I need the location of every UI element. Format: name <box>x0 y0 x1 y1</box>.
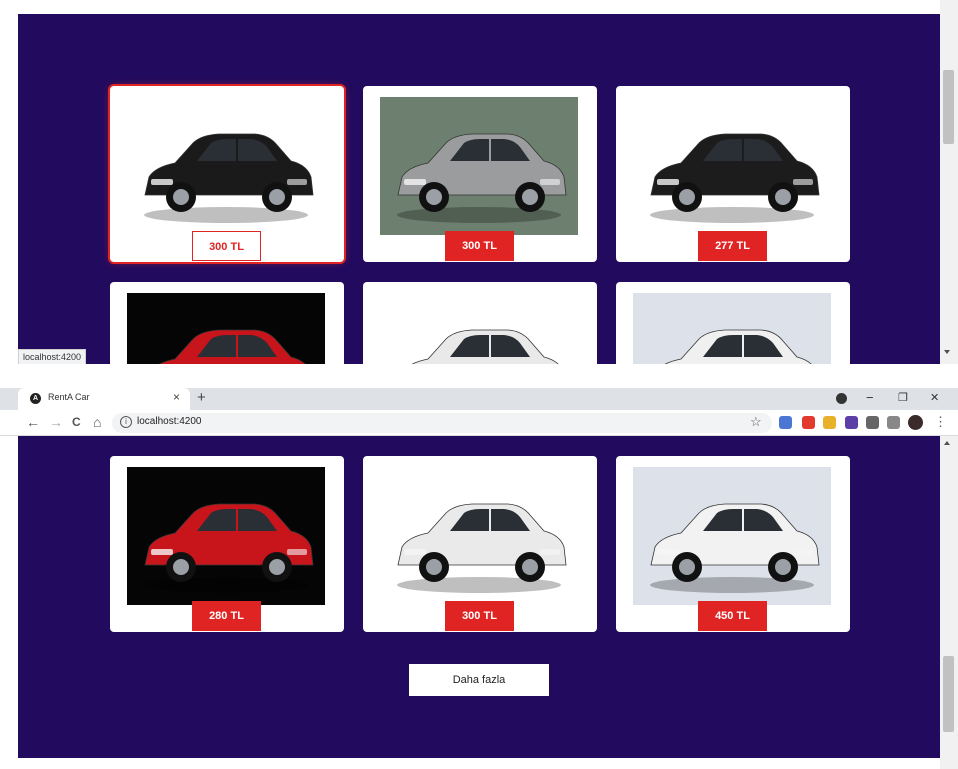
tab-close-icon[interactable]: × <box>173 390 180 404</box>
restore-button[interactable]: ❐ <box>898 391 908 404</box>
profile-indicator-icon[interactable] <box>836 393 847 404</box>
close-window-button[interactable]: ✕ <box>930 391 939 404</box>
price-tag: 277 TL <box>698 231 767 261</box>
browser-chrome: A RentA Car × + − ❐ ✕ ← → C ⌂ i localhos… <box>0 388 958 436</box>
color-picker-extension-icon[interactable] <box>802 416 815 429</box>
home-button[interactable]: ⌂ <box>93 414 101 430</box>
car-image <box>380 293 578 364</box>
browser-toolbar: ← → C ⌂ i localhost:4200 ☆ ⋮ <box>0 410 958 436</box>
extensions-puzzle-icon[interactable] <box>866 416 879 429</box>
address-bar[interactable]: i localhost:4200 ☆ <box>112 413 772 433</box>
new-tab-button[interactable]: + <box>197 389 206 406</box>
tab-title: RentA Car <box>48 392 90 402</box>
back-button[interactable]: ← <box>26 414 40 430</box>
top-screenshot: 300 TL 300 TL 277 TL localhost:4200 <box>0 0 958 364</box>
minimize-button[interactable]: − <box>866 390 874 405</box>
graduation-extension-icon[interactable] <box>845 416 858 429</box>
car-image <box>633 293 831 364</box>
car-card[interactable]: 450 TL <box>616 456 850 632</box>
status-bar-url: localhost:4200 <box>18 349 87 364</box>
scrollbar-track[interactable] <box>940 0 958 364</box>
car-card[interactable] <box>363 282 597 364</box>
tab-strip: A RentA Car × + − ❐ ✕ <box>0 388 958 410</box>
car-image <box>633 97 831 235</box>
scrollbar-thumb[interactable] <box>943 656 954 732</box>
forward-button[interactable]: → <box>49 414 63 430</box>
bottom-screenshot: 280 TL 300 TL 450 TL Daha fazla <box>0 436 958 769</box>
burger-extension-icon[interactable] <box>823 416 836 429</box>
browser-menu-icon[interactable]: ⋮ <box>934 414 947 430</box>
car-image <box>127 467 325 605</box>
price-tag: 300 TL <box>445 601 514 631</box>
car-image <box>380 97 578 235</box>
car-card[interactable]: 300 TL <box>363 456 597 632</box>
car-card[interactable]: 300 TL <box>110 86 344 262</box>
url-text[interactable]: localhost:4200 <box>137 416 202 427</box>
price-tag: 300 TL <box>445 231 514 261</box>
price-tag: 450 TL <box>698 601 767 631</box>
scroll-up-arrow[interactable] <box>944 441 950 445</box>
angular-favicon-icon: A <box>30 393 41 404</box>
car-card[interactable]: 300 TL <box>363 86 597 262</box>
car-image <box>633 467 831 605</box>
site-info-icon[interactable]: i <box>120 416 132 428</box>
reading-list-icon[interactable] <box>887 416 900 429</box>
car-image <box>127 293 325 364</box>
translate-extension-icon[interactable] <box>779 416 792 429</box>
browser-tab[interactable]: A RentA Car × <box>18 388 190 410</box>
bookmark-star-icon[interactable]: ☆ <box>750 414 762 430</box>
price-tag: 300 TL <box>192 231 261 261</box>
user-avatar[interactable] <box>908 415 923 430</box>
scrollbar-thumb[interactable] <box>943 70 954 144</box>
load-more-button[interactable]: Daha fazla <box>409 664 549 696</box>
car-card[interactable] <box>616 282 850 364</box>
car-card[interactable]: 280 TL <box>110 456 344 632</box>
car-image <box>127 97 325 235</box>
reload-button[interactable]: C <box>72 415 81 429</box>
price-tag: 280 TL <box>192 601 261 631</box>
car-card[interactable]: 277 TL <box>616 86 850 262</box>
car-image <box>380 467 578 605</box>
scroll-down-arrow[interactable] <box>944 350 950 354</box>
car-card[interactable] <box>110 282 344 364</box>
